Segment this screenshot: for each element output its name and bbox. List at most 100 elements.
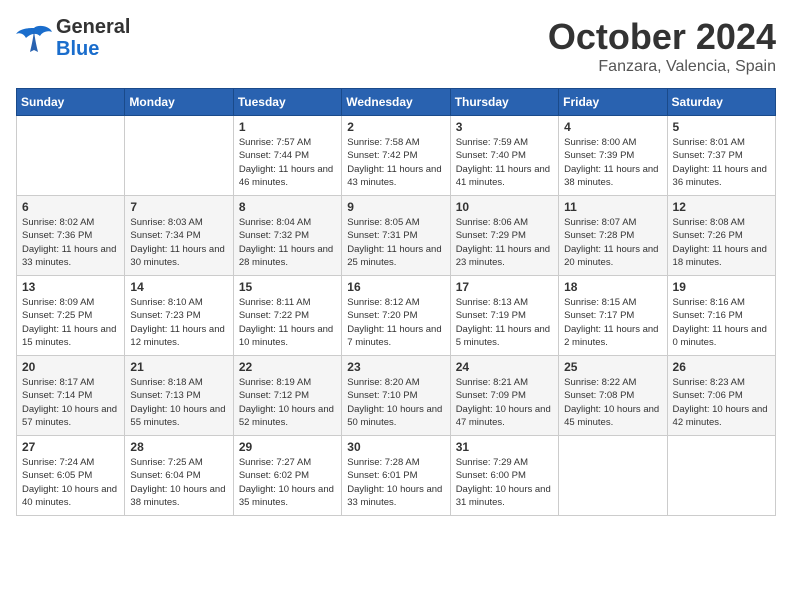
calendar-cell: 14Sunrise: 8:10 AMSunset: 7:23 PMDayligh… bbox=[125, 276, 233, 356]
day-number: 3 bbox=[456, 120, 553, 134]
day-number: 10 bbox=[456, 200, 553, 214]
calendar-cell: 6 Sunrise: 8:02 AMSunset: 7:36 PMDaylight… bbox=[17, 196, 125, 276]
day-info: Sunrise: 8:17 AMSunset: 7:14 PMDaylight:… bbox=[22, 376, 119, 429]
calendar-cell: 1 Sunrise: 7:57 AMSunset: 7:44 PMDaylight… bbox=[233, 116, 341, 196]
weekday-monday: Monday bbox=[125, 89, 233, 116]
calendar-cell: 13 Sunrise: 8:09 AMSunset: 7:25 PMDayligh… bbox=[17, 276, 125, 356]
logo: General Blue bbox=[16, 16, 130, 60]
day-info: Sunrise: 8:16 AMSunset: 7:16 PMDaylight:… bbox=[673, 296, 770, 349]
page-header: General Blue October 2024 Fanzara, Valen… bbox=[16, 16, 776, 76]
logo-line1: General bbox=[56, 16, 130, 38]
weekday-friday: Friday bbox=[559, 89, 667, 116]
day-info: Sunrise: 7:29 AMSunset: 6:00 PMDaylight:… bbox=[456, 456, 553, 509]
day-info: Sunrise: 8:08 AMSunset: 7:26 PMDaylight:… bbox=[673, 216, 770, 269]
day-info: Sunrise: 8:21 AMSunset: 7:09 PMDaylight:… bbox=[456, 376, 553, 429]
calendar-cell bbox=[17, 116, 125, 196]
calendar-week-4: 20 Sunrise: 8:17 AMSunset: 7:14 PMDayligh… bbox=[17, 356, 776, 436]
day-info: Sunrise: 7:24 AMSunset: 6:05 PMDaylight:… bbox=[22, 456, 119, 509]
day-number: 11 bbox=[564, 200, 661, 214]
day-info: Sunrise: 8:20 AMSunset: 7:10 PMDaylight:… bbox=[347, 376, 444, 429]
calendar-week-3: 13 Sunrise: 8:09 AMSunset: 7:25 PMDayligh… bbox=[17, 276, 776, 356]
day-info: Sunrise: 8:03 AMSunset: 7:34 PMDaylight:… bbox=[130, 216, 227, 269]
calendar-cell: 8Sunrise: 8:04 AMSunset: 7:32 PMDaylight… bbox=[233, 196, 341, 276]
day-number: 23 bbox=[347, 360, 444, 374]
day-number: 6 bbox=[22, 200, 119, 214]
day-number: 21 bbox=[130, 360, 227, 374]
day-info: Sunrise: 8:12 AMSunset: 7:20 PMDaylight:… bbox=[347, 296, 444, 349]
day-number: 13 bbox=[22, 280, 119, 294]
day-number: 31 bbox=[456, 440, 553, 454]
day-number: 17 bbox=[456, 280, 553, 294]
calendar-cell: 5 Sunrise: 8:01 AMSunset: 7:37 PMDaylight… bbox=[667, 116, 775, 196]
day-info: Sunrise: 8:07 AMSunset: 7:28 PMDaylight:… bbox=[564, 216, 661, 269]
calendar-cell: 22Sunrise: 8:19 AMSunset: 7:12 PMDayligh… bbox=[233, 356, 341, 436]
calendar-cell: 19 Sunrise: 8:16 AMSunset: 7:16 PMDayligh… bbox=[667, 276, 775, 356]
calendar-cell: 30 Sunrise: 7:28 AMSunset: 6:01 PMDayligh… bbox=[342, 436, 450, 516]
day-number: 7 bbox=[130, 200, 227, 214]
day-info: Sunrise: 8:23 AMSunset: 7:06 PMDaylight:… bbox=[673, 376, 770, 429]
weekday-saturday: Saturday bbox=[667, 89, 775, 116]
day-info: Sunrise: 8:06 AMSunset: 7:29 PMDaylight:… bbox=[456, 216, 553, 269]
calendar-cell: 20 Sunrise: 8:17 AMSunset: 7:14 PMDayligh… bbox=[17, 356, 125, 436]
day-number: 26 bbox=[673, 360, 770, 374]
calendar-cell: 15 Sunrise: 8:11 AMSunset: 7:22 PMDayligh… bbox=[233, 276, 341, 356]
calendar-cell: 10 Sunrise: 8:06 AMSunset: 7:29 PMDayligh… bbox=[450, 196, 558, 276]
day-info: Sunrise: 8:02 AMSunset: 7:36 PMDaylight:… bbox=[22, 216, 119, 269]
day-info: Sunrise: 8:19 AMSunset: 7:12 PMDaylight:… bbox=[239, 376, 336, 429]
month-title: October 2024 bbox=[548, 16, 776, 58]
day-number: 25 bbox=[564, 360, 661, 374]
calendar-cell: 27 Sunrise: 7:24 AMSunset: 6:05 PMDayligh… bbox=[17, 436, 125, 516]
calendar-cell: 31 Sunrise: 7:29 AMSunset: 6:00 PMDayligh… bbox=[450, 436, 558, 516]
day-number: 2 bbox=[347, 120, 444, 134]
calendar-cell: 9 Sunrise: 8:05 AMSunset: 7:31 PMDaylight… bbox=[342, 196, 450, 276]
day-number: 12 bbox=[673, 200, 770, 214]
day-info: Sunrise: 7:58 AMSunset: 7:42 PMDaylight:… bbox=[347, 136, 444, 189]
day-number: 16 bbox=[347, 280, 444, 294]
day-info: Sunrise: 8:18 AMSunset: 7:13 PMDaylight:… bbox=[130, 376, 227, 429]
day-info: Sunrise: 8:11 AMSunset: 7:22 PMDaylight:… bbox=[239, 296, 336, 349]
weekday-header-row: SundayMondayTuesdayWednesdayThursdayFrid… bbox=[17, 89, 776, 116]
logo-icon bbox=[16, 24, 52, 52]
day-info: Sunrise: 8:00 AMSunset: 7:39 PMDaylight:… bbox=[564, 136, 661, 189]
day-info: Sunrise: 8:22 AMSunset: 7:08 PMDaylight:… bbox=[564, 376, 661, 429]
calendar-cell: 21 Sunrise: 8:18 AMSunset: 7:13 PMDayligh… bbox=[125, 356, 233, 436]
day-number: 5 bbox=[673, 120, 770, 134]
day-number: 18 bbox=[564, 280, 661, 294]
calendar-cell: 3 Sunrise: 7:59 AMSunset: 7:40 PMDaylight… bbox=[450, 116, 558, 196]
day-info: Sunrise: 8:01 AMSunset: 7:37 PMDaylight:… bbox=[673, 136, 770, 189]
day-info: Sunrise: 7:59 AMSunset: 7:40 PMDaylight:… bbox=[456, 136, 553, 189]
day-info: Sunrise: 7:28 AMSunset: 6:01 PMDaylight:… bbox=[347, 456, 444, 509]
day-info: Sunrise: 8:05 AMSunset: 7:31 PMDaylight:… bbox=[347, 216, 444, 269]
day-number: 27 bbox=[22, 440, 119, 454]
day-info: Sunrise: 7:57 AMSunset: 7:44 PMDaylight:… bbox=[239, 136, 336, 189]
day-number: 19 bbox=[673, 280, 770, 294]
day-number: 9 bbox=[347, 200, 444, 214]
location: Fanzara, Valencia, Spain bbox=[548, 58, 776, 76]
day-number: 30 bbox=[347, 440, 444, 454]
calendar-cell: 18Sunrise: 8:15 AMSunset: 7:17 PMDayligh… bbox=[559, 276, 667, 356]
calendar-cell: 11 Sunrise: 8:07 AMSunset: 7:28 PMDayligh… bbox=[559, 196, 667, 276]
calendar-cell: 29Sunrise: 7:27 AMSunset: 6:02 PMDayligh… bbox=[233, 436, 341, 516]
calendar-week-5: 27 Sunrise: 7:24 AMSunset: 6:05 PMDayligh… bbox=[17, 436, 776, 516]
weekday-thursday: Thursday bbox=[450, 89, 558, 116]
calendar-cell: 24 Sunrise: 8:21 AMSunset: 7:09 PMDayligh… bbox=[450, 356, 558, 436]
calendar-cell: 2 Sunrise: 7:58 AMSunset: 7:42 PMDaylight… bbox=[342, 116, 450, 196]
day-number: 20 bbox=[22, 360, 119, 374]
day-info: Sunrise: 8:13 AMSunset: 7:19 PMDaylight:… bbox=[456, 296, 553, 349]
day-number: 28 bbox=[130, 440, 227, 454]
day-info: Sunrise: 8:04 AMSunset: 7:32 PMDaylight:… bbox=[239, 216, 336, 269]
calendar-cell: 7 Sunrise: 8:03 AMSunset: 7:34 PMDaylight… bbox=[125, 196, 233, 276]
calendar-cell: 16 Sunrise: 8:12 AMSunset: 7:20 PMDayligh… bbox=[342, 276, 450, 356]
calendar-cell: 23 Sunrise: 8:20 AMSunset: 7:10 PMDayligh… bbox=[342, 356, 450, 436]
weekday-sunday: Sunday bbox=[17, 89, 125, 116]
calendar-cell: 28Sunrise: 7:25 AMSunset: 6:04 PMDayligh… bbox=[125, 436, 233, 516]
day-info: Sunrise: 8:09 AMSunset: 7:25 PMDaylight:… bbox=[22, 296, 119, 349]
day-number: 1 bbox=[239, 120, 336, 134]
day-number: 4 bbox=[564, 120, 661, 134]
calendar-cell: 26 Sunrise: 8:23 AMSunset: 7:06 PMDayligh… bbox=[667, 356, 775, 436]
calendar-cell: 25 Sunrise: 8:22 AMSunset: 7:08 PMDayligh… bbox=[559, 356, 667, 436]
calendar-cell: 12 Sunrise: 8:08 AMSunset: 7:26 PMDayligh… bbox=[667, 196, 775, 276]
calendar-cell: 4 Sunrise: 8:00 AMSunset: 7:39 PMDaylight… bbox=[559, 116, 667, 196]
day-number: 15 bbox=[239, 280, 336, 294]
day-number: 24 bbox=[456, 360, 553, 374]
